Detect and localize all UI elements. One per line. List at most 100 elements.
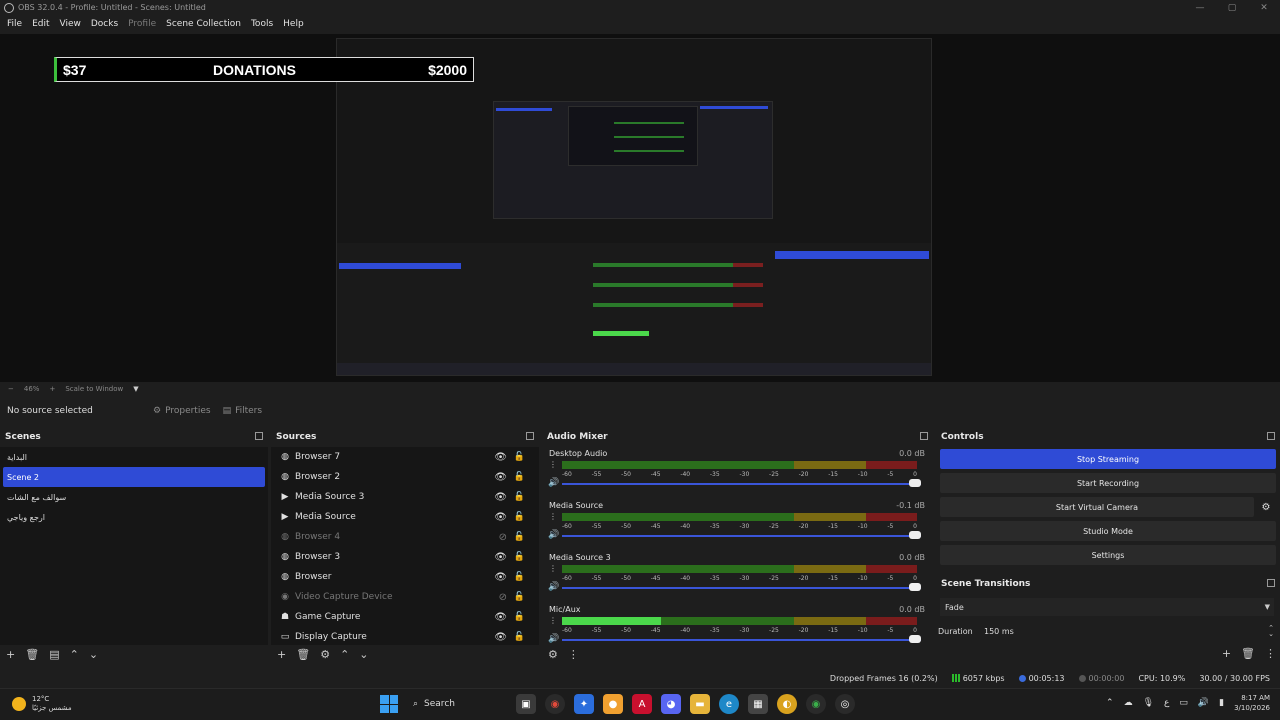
zoom-in-icon[interactable]: + — [49, 385, 55, 393]
trash-icon[interactable]: 🗑 — [25, 648, 39, 661]
source-item[interactable]: ▭ Display Capture 👁 🔓 — [271, 627, 539, 647]
more-options-icon[interactable]: ⋮ — [549, 564, 557, 573]
add-icon[interactable]: + — [6, 648, 15, 661]
source-item[interactable]: ◉ Video Capture Device ⊘ 🔓 — [271, 587, 539, 607]
microphone-icon[interactable]: 🎙 — [1143, 698, 1154, 708]
network-icon[interactable]: ▭ — [1179, 698, 1188, 708]
more-options-icon[interactable]: ⋮ — [568, 648, 579, 661]
volume-slider-handle[interactable] — [909, 531, 921, 539]
language-icon[interactable]: ع — [1164, 698, 1169, 708]
preview-area[interactable]: $37 DONATIONS $2000 — [0, 34, 1280, 382]
virtual-camera-settings-icon[interactable]: ⚙ — [1256, 497, 1276, 517]
speaker-icon[interactable]: 🔊 — [548, 478, 559, 488]
start-recording-button[interactable]: Start Recording — [940, 473, 1276, 493]
trash-icon[interactable]: 🗑 — [296, 648, 310, 661]
source-item[interactable]: ◍ Browser 2 👁 🔓 — [271, 467, 539, 487]
speaker-icon[interactable]: 🔊 — [548, 582, 559, 592]
scene-item[interactable]: البداية — [0, 447, 268, 467]
speaker-icon[interactable]: 🔊 — [1198, 698, 1209, 708]
zoom-out-icon[interactable]: − — [8, 385, 14, 393]
menu-scene-collection[interactable]: Scene Collection — [161, 19, 246, 29]
more-options-icon[interactable]: ⋮ — [549, 616, 557, 625]
mixer-settings-icon[interactable]: ⚙ — [548, 648, 558, 661]
eye-slash-icon[interactable]: ⊘ — [499, 592, 507, 603]
windows-start-icon[interactable] — [380, 695, 398, 713]
volume-slider-handle[interactable] — [909, 583, 921, 591]
close-icon[interactable]: ✕ — [1248, 0, 1280, 15]
volume-slider[interactable] — [562, 639, 921, 641]
menu-profile[interactable]: Profile — [123, 19, 161, 29]
lock-icon[interactable]: 🔓 — [514, 612, 525, 622]
scene-item[interactable]: سوالف مع الشات — [0, 487, 268, 507]
undock-icon[interactable] — [920, 432, 928, 440]
volume-slider-handle[interactable] — [909, 479, 921, 487]
undock-icon[interactable] — [1267, 579, 1275, 587]
filter-icon[interactable]: ▤ — [49, 648, 59, 661]
menu-help[interactable]: Help — [278, 19, 309, 29]
eye-icon[interactable]: 👁 — [494, 492, 507, 503]
menu-edit[interactable]: Edit — [27, 19, 54, 29]
edge-icon[interactable]: e — [719, 694, 739, 714]
settings-button[interactable]: Settings — [940, 545, 1276, 565]
menu-view[interactable]: View — [55, 19, 86, 29]
chrome-icon[interactable]: ◉ — [545, 694, 565, 714]
source-item[interactable]: ▶ Media Source 3 👁 🔓 — [271, 487, 539, 507]
eye-icon[interactable]: 👁 — [494, 552, 507, 563]
speaker-icon[interactable]: 🔊 — [548, 634, 559, 644]
app-icon[interactable]: ◐ — [777, 694, 797, 714]
source-item[interactable]: ▶ Media Source 👁 🔓 — [271, 507, 539, 527]
task-view-icon[interactable]: ▣ — [516, 694, 536, 714]
volume-slider[interactable] — [562, 535, 921, 537]
filters-button[interactable]: ▤ Filters — [217, 406, 269, 416]
lock-icon[interactable]: 🔓 — [514, 592, 525, 602]
eye-icon[interactable]: 👁 — [494, 472, 507, 483]
menu-tools[interactable]: Tools — [246, 19, 278, 29]
eye-slash-icon[interactable]: ⊘ — [499, 532, 507, 543]
speaker-icon[interactable]: 🔊 — [548, 530, 559, 540]
scene-item[interactable]: ارجع وياجي — [0, 507, 268, 527]
eye-icon[interactable]: 👁 — [494, 572, 507, 583]
obs-taskbar-icon[interactable]: ◎ — [835, 694, 855, 714]
weather-widget[interactable]: 12°C مشمس جزئيًا — [12, 695, 72, 713]
menu-docks[interactable]: Docks — [86, 19, 123, 29]
eye-icon[interactable]: 👁 — [494, 452, 507, 463]
volume-slider-handle[interactable] — [909, 635, 921, 643]
discord-icon[interactable]: ◕ — [661, 694, 681, 714]
lock-icon[interactable]: 🔓 — [514, 632, 525, 642]
chevron-up-icon[interactable]: ⌃ — [1106, 698, 1114, 708]
undock-icon[interactable] — [526, 432, 534, 440]
zoom-mode[interactable]: Scale to Window — [65, 385, 123, 393]
minimize-icon[interactable]: — — [1184, 0, 1216, 15]
lock-icon[interactable]: 🔓 — [514, 532, 525, 542]
lock-icon[interactable]: 🔓 — [514, 492, 525, 502]
more-options-icon[interactable]: ⋮ — [1265, 647, 1276, 660]
copilot-icon[interactable]: ✦ — [574, 694, 594, 714]
store-icon[interactable]: ▦ — [748, 694, 768, 714]
studio-mode-button[interactable]: Studio Mode — [940, 521, 1276, 541]
maximize-icon[interactable]: ▢ — [1216, 0, 1248, 15]
start-virtual-camera-button[interactable]: Start Virtual Camera — [940, 497, 1254, 517]
source-item[interactable]: ◍ Browser 👁 🔓 — [271, 567, 539, 587]
lock-icon[interactable]: 🔓 — [514, 512, 525, 522]
spin-icon[interactable]: ⌃ ⌄ — [1268, 625, 1274, 638]
battery-icon[interactable]: ▮ — [1219, 698, 1224, 708]
more-options-icon[interactable]: ⋮ — [549, 512, 557, 521]
undock-icon[interactable] — [1267, 432, 1275, 440]
preview-canvas[interactable] — [336, 38, 932, 376]
arrow-up-icon[interactable]: ⌃ — [70, 648, 79, 661]
scene-item[interactable]: Scene 2 — [3, 467, 265, 487]
lock-icon[interactable]: 🔓 — [514, 472, 525, 482]
properties-button[interactable]: ⚙ Properties — [147, 406, 217, 416]
eye-icon[interactable]: 👁 — [494, 632, 507, 643]
stop-streaming-button[interactable]: Stop Streaming — [940, 449, 1276, 469]
add-icon[interactable]: + — [277, 648, 286, 661]
trash-icon[interactable]: 🗑 — [1241, 647, 1255, 660]
volume-slider[interactable] — [562, 483, 921, 485]
arrow-up-icon[interactable]: ⌃ — [340, 648, 349, 661]
eye-icon[interactable]: 👁 — [494, 612, 507, 623]
lock-icon[interactable]: 🔓 — [514, 452, 525, 462]
cloud-icon[interactable]: ☁ — [1124, 698, 1133, 708]
arrow-down-icon[interactable]: ⌄ — [89, 648, 98, 661]
add-icon[interactable]: + — [1222, 647, 1231, 660]
volume-slider[interactable] — [562, 587, 921, 589]
